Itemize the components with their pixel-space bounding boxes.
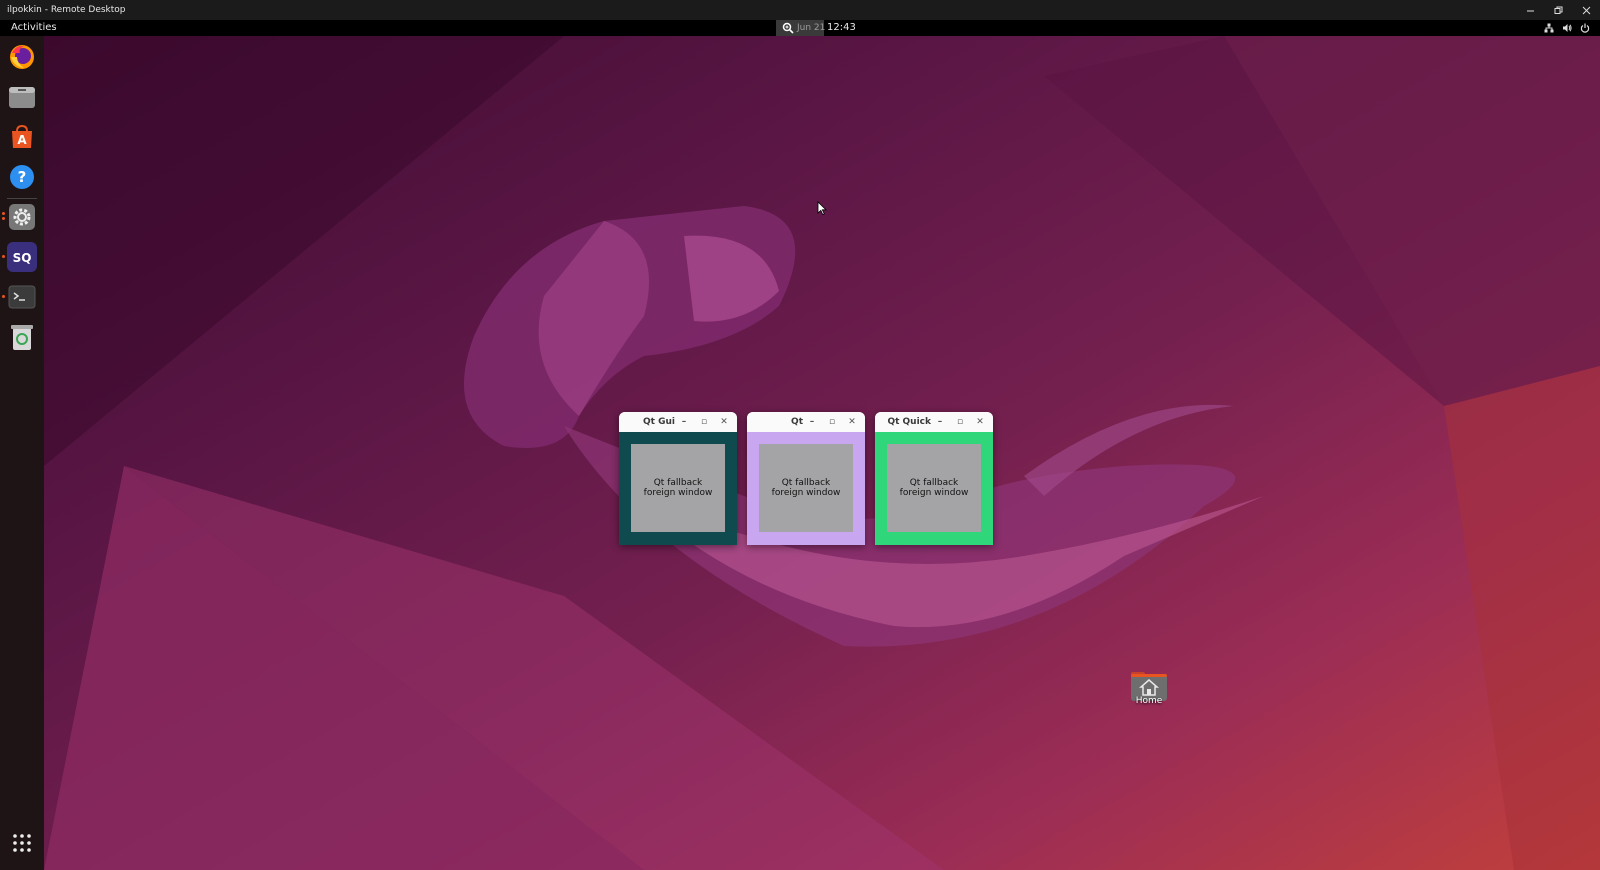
system-tray[interactable]: [1544, 20, 1590, 36]
svg-text:SQ: SQ: [13, 251, 32, 265]
dock-files[interactable]: [7, 82, 37, 112]
qt-quick-foreign-window[interactable]: Qt fallback foreign window: [887, 444, 981, 532]
qt-gui-maximize-button[interactable]: ▫: [695, 412, 713, 432]
svg-text:?: ?: [18, 168, 27, 186]
host-window-controls: [1516, 0, 1600, 20]
close-icon: [1582, 6, 1590, 14]
power-icon[interactable]: [1580, 23, 1590, 33]
software-center-icon: A: [12, 124, 32, 148]
qt-widgets-body: Qt fallback foreign window: [747, 432, 865, 545]
qt-gui-minimize-button[interactable]: –: [675, 412, 693, 432]
qt-quick-maximize-button[interactable]: ▫: [951, 412, 969, 432]
dock-separator: [7, 198, 37, 199]
minimize-icon: [1526, 10, 1534, 11]
remote-desktop-titlebar: ilpokkin - Remote Desktop: [0, 0, 1600, 20]
qt-gui-window[interactable]: Qt Gui – ▫ ✕ Qt fallback foreign window: [619, 412, 737, 545]
firefox-icon: [10, 45, 34, 69]
qt-gui-text-line-2: foreign window: [643, 488, 713, 498]
qt-quick-close-button[interactable]: ✕: [971, 412, 989, 432]
qt-widgets-window[interactable]: Qt Widgets – ▫ ✕ Qt fallback foreign win…: [747, 412, 865, 545]
qt-gui-titlebar[interactable]: Qt Gui – ▫ ✕: [619, 412, 737, 432]
qt-widgets-text-line-1: Qt fallback: [781, 478, 831, 488]
qt-quick-text-line-1: Qt fallback: [909, 478, 959, 488]
svg-text:A: A: [17, 133, 27, 147]
qt-quick-window[interactable]: Qt Quick – ▫ ✕ Qt fallback foreign windo…: [875, 412, 993, 545]
dock-sq-app[interactable]: SQ: [7, 242, 37, 272]
files-icon: [9, 87, 35, 108]
volume-icon[interactable]: [1562, 23, 1572, 33]
sq-app-icon: SQ: [13, 251, 32, 265]
trash-icon: [11, 325, 33, 350]
dock-firefox[interactable]: [7, 42, 37, 72]
zoom-magnifier-icon: [782, 22, 794, 34]
qt-widgets-maximize-button[interactable]: ▫: [823, 412, 841, 432]
network-icon[interactable]: [1544, 23, 1554, 33]
qt-gui-text-line-1: Qt fallback: [653, 478, 703, 488]
terminal-icon: [8, 285, 36, 309]
dock-software[interactable]: A: [7, 122, 37, 152]
qt-quick-body: Qt fallback foreign window: [875, 432, 993, 545]
qt-gui-foreign-window[interactable]: Qt fallback foreign window: [631, 444, 725, 532]
desktop-background[interactable]: Qt Gui – ▫ ✕ Qt fallback foreign window …: [44, 36, 1600, 870]
settings-running-indicator-2: [2, 217, 5, 220]
sq-running-indicator: [2, 255, 5, 258]
activities-button[interactable]: Activities: [11, 20, 57, 36]
qt-widgets-titlebar[interactable]: Qt Widgets – ▫ ✕: [747, 412, 865, 447]
qt-widgets-foreign-window[interactable]: Qt fallback foreign window: [759, 444, 853, 532]
settings-icon: [9, 204, 35, 230]
remote-desktop-title: ilpokkin - Remote Desktop: [7, 5, 126, 15]
dock-terminal[interactable]: [7, 282, 37, 312]
gnome-top-bar: Activities Jun 21 12:43: [0, 20, 1600, 40]
dock-trash[interactable]: [7, 322, 37, 352]
qt-gui-close-button[interactable]: ✕: [715, 412, 733, 432]
ubuntu-dock: A ? SQ: [0, 36, 44, 870]
show-applications-button[interactable]: [7, 828, 37, 858]
dock-help[interactable]: ?: [7, 162, 37, 192]
app-grid-icon: [13, 834, 31, 852]
clock-time[interactable]: 12:43: [827, 20, 856, 36]
clock-date[interactable]: Jun 21: [797, 20, 825, 36]
settings-running-indicator: [2, 212, 5, 215]
host-close-button[interactable]: [1572, 0, 1600, 20]
dock-settings[interactable]: [7, 202, 37, 232]
terminal-running-indicator: [2, 295, 5, 298]
mouse-cursor-icon: [817, 201, 827, 215]
qt-gui-title: Qt Gui: [643, 417, 675, 427]
home-folder-label[interactable]: Home: [1118, 696, 1180, 706]
help-icon: ?: [10, 165, 34, 189]
qt-quick-title: Qt Quick: [887, 417, 931, 427]
qt-quick-titlebar[interactable]: Qt Quick – ▫ ✕: [875, 412, 993, 432]
qt-widgets-close-button[interactable]: ✕: [843, 412, 861, 432]
host-minimize-button[interactable]: [1516, 0, 1544, 20]
qt-widgets-minimize-button[interactable]: –: [803, 412, 821, 432]
restore-icon: [1554, 6, 1562, 14]
qt-quick-minimize-button[interactable]: –: [931, 412, 949, 432]
qt-quick-text-line-2: foreign window: [899, 488, 969, 498]
qt-gui-body: Qt fallback foreign window: [619, 432, 737, 545]
qt-widgets-text-line-2: foreign window: [771, 488, 841, 498]
host-restore-button[interactable]: [1544, 0, 1572, 20]
